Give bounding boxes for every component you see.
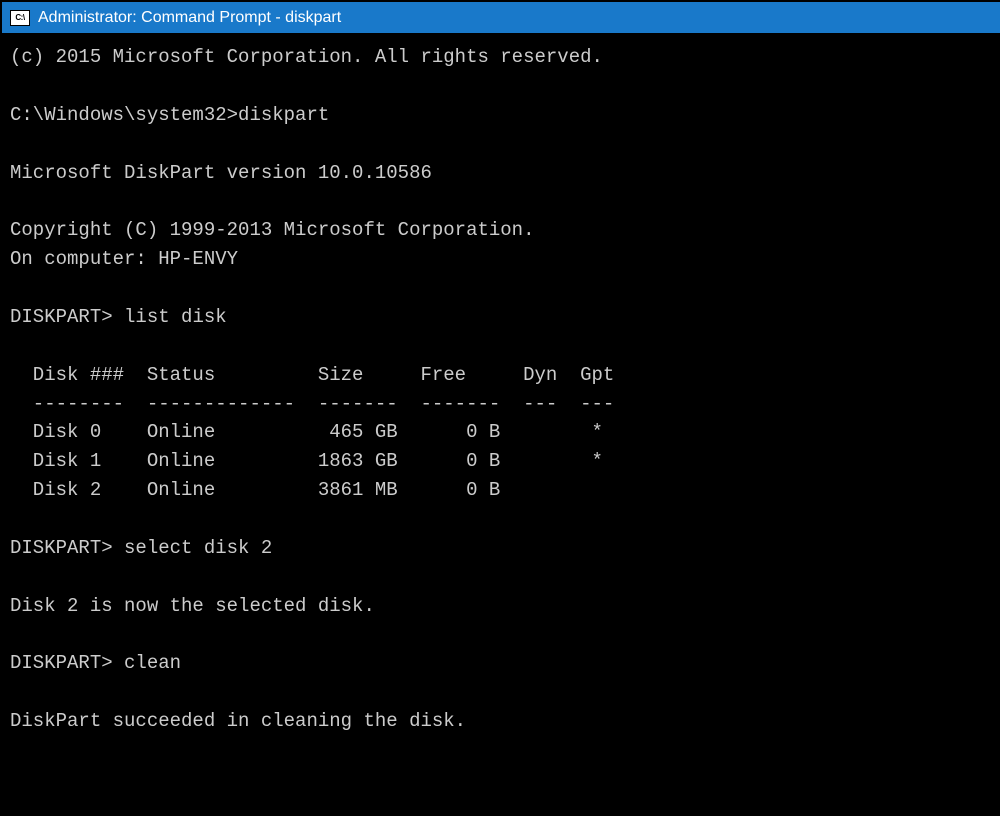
command-clean: clean	[124, 652, 181, 674]
terminal-output[interactable]: (c) 2015 Microsoft Corporation. All righ…	[0, 33, 1000, 746]
diskpart-prompt: DISKPART>	[10, 652, 113, 674]
prompt-path: C:\Windows\system32>	[10, 104, 238, 126]
command-list-disk: list disk	[124, 306, 227, 328]
computer-name-line: On computer: HP-ENVY	[10, 248, 238, 270]
disk-table-header: Disk ### Status Size Free Dyn Gpt	[10, 364, 614, 386]
diskpart-prompt: DISKPART>	[10, 306, 113, 328]
diskpart-prompt: DISKPART>	[10, 537, 113, 559]
command-diskpart: diskpart	[238, 104, 329, 126]
window-titlebar[interactable]: C:\ Administrator: Command Prompt - disk…	[0, 0, 1000, 33]
disk-table-divider: -------- ------------- ------- ------- -…	[10, 393, 614, 415]
cmd-icon: C:\	[10, 10, 30, 26]
window-title: Administrator: Command Prompt - diskpart	[38, 9, 341, 27]
diskpart-version: Microsoft DiskPart version 10.0.10586	[10, 162, 432, 184]
diskpart-copyright: Copyright (C) 1999-2013 Microsoft Corpor…	[10, 219, 535, 241]
copyright-line: (c) 2015 Microsoft Corporation. All righ…	[10, 46, 603, 68]
select-result: Disk 2 is now the selected disk.	[10, 595, 375, 617]
table-row: Disk 0 Online 465 GB 0 B *	[10, 421, 603, 443]
cmd-icon-label: C:\	[15, 13, 24, 22]
clean-result: DiskPart succeeded in cleaning the disk.	[10, 710, 466, 732]
table-row: Disk 1 Online 1863 GB 0 B *	[10, 450, 603, 472]
table-row: Disk 2 Online 3861 MB 0 B	[10, 479, 500, 501]
command-select-disk: select disk 2	[124, 537, 272, 559]
